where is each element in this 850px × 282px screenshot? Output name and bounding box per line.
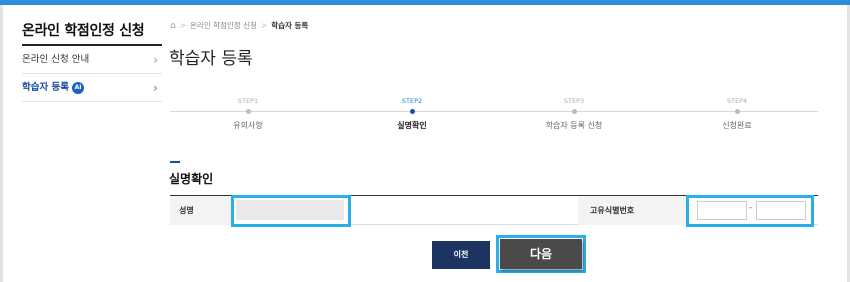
breadcrumb-item[interactable]: 온라인 학점인정 신청: [190, 21, 257, 30]
step-number: STEP3: [563, 97, 585, 105]
section-accent: [170, 161, 180, 163]
sidebar-title: 온라인 학점인정 신청: [22, 16, 162, 46]
id-number-input-first[interactable]: [697, 201, 747, 220]
breadcrumb-current: 학습자 등록: [271, 21, 309, 30]
step-progress: STEP1 유의사항 STEP2 실명확인 STEP3 학습자 등록 신청 ST…: [170, 95, 818, 135]
sidebar-item-label: 학습자 등록: [22, 82, 70, 93]
step-dot-icon: [734, 109, 740, 114]
sidebar: 온라인 학점인정 신청 온라인 신청 안내 › 학습자 등록 AI ›: [22, 16, 162, 102]
section-title: 실명확인: [169, 172, 214, 186]
sidebar-item-learner-registration[interactable]: 학습자 등록 AI ›: [22, 74, 162, 102]
home-icon[interactable]: ⌂: [170, 21, 176, 31]
sidebar-item-label: 온라인 신청 안내: [22, 54, 90, 65]
step-1: STEP1 유의사항: [188, 95, 308, 131]
step-number: STEP1: [237, 97, 259, 105]
id-separator: -: [749, 203, 753, 213]
step-name: 학습자 등록 신청: [545, 121, 603, 130]
chevron-right-icon: ›: [153, 53, 158, 67]
name-label: 성명: [170, 196, 232, 225]
breadcrumb-separator-icon: >: [179, 21, 187, 30]
breadcrumb-separator-icon: >: [260, 21, 268, 30]
step-number: STEP4: [726, 97, 748, 105]
previous-button[interactable]: 이전: [432, 241, 490, 269]
top-accent-bar: [0, 0, 850, 5]
sidebar-item-online-guide[interactable]: 온라인 신청 안내 ›: [22, 46, 162, 74]
step-dot-icon: [409, 109, 415, 114]
step-2: STEP2 실명확인: [352, 95, 472, 131]
step-4: STEP4 신청완료: [677, 95, 797, 131]
step-name: 실명확인: [397, 121, 427, 130]
breadcrumb: ⌂ > 온라인 학점인정 신청 > 학습자 등록: [170, 20, 308, 31]
chevron-right-icon: ›: [153, 81, 158, 95]
page-title: 학습자 등록: [169, 49, 253, 69]
step-dot-icon: [245, 109, 251, 114]
next-button[interactable]: 다음: [500, 239, 582, 269]
frame-left-edge: [0, 5, 3, 282]
id-number-label: 고유식별번호: [578, 196, 688, 225]
step-dot-icon: [571, 109, 577, 114]
step-name: 신청완료: [722, 121, 752, 130]
id-number-input-second[interactable]: [756, 201, 806, 220]
name-input[interactable]: [236, 200, 344, 220]
step-number: STEP2: [401, 97, 423, 105]
step-3: STEP3 학습자 등록 신청: [514, 95, 634, 131]
ai-badge: AI: [72, 81, 85, 94]
step-name: 유의사항: [233, 121, 263, 130]
